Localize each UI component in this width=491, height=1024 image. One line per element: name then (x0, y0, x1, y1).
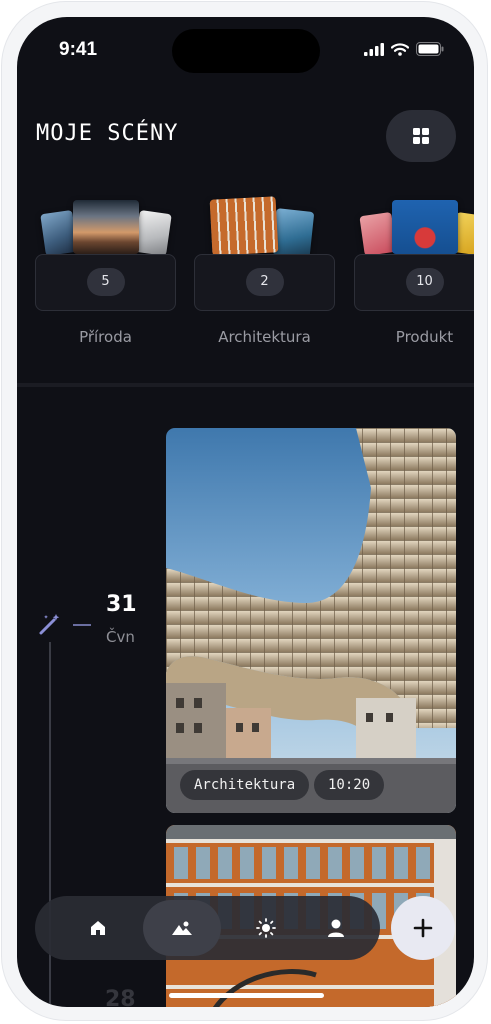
tab-profile[interactable] (297, 900, 375, 956)
section-divider (17, 383, 474, 387)
sun-icon (256, 918, 276, 938)
scene-item-priroda[interactable]: 5 Příroda (35, 192, 176, 362)
wifi-icon (391, 42, 409, 56)
magic-wand-icon (39, 614, 60, 635)
page-title: MOJE SCÉNY (36, 121, 179, 146)
scene-label: Architektura (218, 328, 311, 346)
home-indicator[interactable] (169, 993, 324, 998)
status-bar: 9:41 (17, 17, 474, 77)
scene-album-box[interactable]: 5 (35, 254, 176, 311)
tab-gallery[interactable] (143, 900, 221, 956)
add-button[interactable] (391, 896, 455, 960)
category-tag[interactable]: Architektura (180, 770, 310, 800)
scene-label: Příroda (79, 328, 132, 346)
tab-home[interactable] (59, 900, 137, 956)
scenes-carousel[interactable]: 5 Příroda 2 Architektura 10 Produkt (17, 192, 474, 382)
scene-item-produkt[interactable]: 10 Produkt (354, 192, 474, 362)
timeline-dash (73, 624, 91, 626)
battery-icon (416, 42, 444, 56)
architecture-photo (166, 428, 456, 813)
count-badge: 5 (86, 268, 125, 296)
tab-light[interactable] (227, 900, 305, 956)
signal-icon (364, 42, 384, 56)
scene-thumbnail (271, 208, 315, 258)
grid-view-button[interactable] (386, 110, 456, 162)
photo-card[interactable]: Architektura 10:20 (166, 428, 456, 813)
plus-icon (413, 918, 433, 938)
date-day-next: 28 (105, 987, 136, 1007)
scene-thumbnail (392, 200, 458, 254)
home-icon (91, 921, 105, 935)
status-time: 9:41 (59, 39, 98, 60)
screen: 9:41 MOJE SCÉNY 5 Příroda 2 Architektura… (17, 17, 474, 1007)
bottom-tab-bar (35, 896, 380, 960)
date-month: Čvn (106, 628, 135, 646)
scene-label: Produkt (395, 328, 454, 346)
count-badge: 2 (245, 268, 284, 296)
grid-icon (413, 128, 429, 144)
scene-thumbnail (209, 196, 279, 256)
date-day: 31 (106, 592, 137, 617)
count-badge: 10 (405, 268, 444, 296)
scene-thumbnail (134, 209, 172, 257)
user-icon (328, 919, 344, 937)
scene-album-box[interactable]: 2 (194, 254, 335, 311)
status-icons (364, 42, 444, 56)
time-tag: 10:20 (314, 770, 385, 800)
scene-album-box[interactable]: 10 (354, 254, 474, 311)
scene-item-architektura[interactable]: 2 Architektura (194, 192, 335, 362)
dynamic-island (172, 29, 320, 73)
scene-thumbnail (73, 200, 139, 254)
landscape-icon (172, 921, 192, 935)
